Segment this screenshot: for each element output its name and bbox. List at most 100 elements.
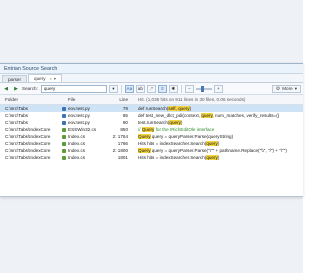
- result-row[interactable]: C:\src\Tabs eov.test.py 79 def runSearch(se…: [0, 105, 303, 112]
- result-folder: C:\src\Tabs: [5, 106, 28, 111]
- result-line: 90: [122, 120, 128, 125]
- result-line: 79: [122, 106, 128, 111]
- result-text: Query query = queryParser.Parse("\"" + p…: [138, 148, 287, 153]
- cs-file-icon: [62, 155, 66, 160]
- py-file-icon: [62, 120, 66, 125]
- search-hit-highlight: Query: [141, 127, 155, 132]
- search-hit-highlight: self, query: [168, 106, 190, 111]
- search-hit-highlight: query: [206, 155, 218, 160]
- zoom-slider[interactable]: [195, 85, 212, 92]
- result-folder: C:\src\Tabs\IndexCore: [5, 155, 51, 160]
- result-line: 1801: [117, 155, 128, 160]
- result-file: eov.test.py: [60, 113, 112, 118]
- result-folder: C:\src\Tabs\IndexCore: [5, 127, 51, 132]
- zoom-slider-thumb[interactable]: [200, 85, 204, 92]
- result-file: eov.test.py: [60, 106, 112, 111]
- search-hit-highlight: query: [201, 113, 213, 118]
- more-label: More: [282, 86, 293, 91]
- result-row[interactable]: C:\src\Tabs\IndexCore Index.cs 2: 1764 Quer…: [0, 133, 303, 140]
- search-input[interactable]: [40, 84, 107, 93]
- result-file-name: Index.cs: [68, 134, 86, 139]
- result-text: Query query = queryParser.Parse(queryStr…: [138, 134, 234, 139]
- result-file-name: eov.test.py: [68, 106, 90, 111]
- result-file: Index.cs: [60, 148, 112, 153]
- result-folder: C:\src\Tabs\IndexCore: [5, 141, 51, 146]
- result-line: 2: 1764: [112, 134, 128, 139]
- result-folder: C:\src\Tabs: [5, 120, 28, 125]
- search-hit-highlight: query: [169, 120, 181, 125]
- result-file: ESSWin32.cs: [60, 127, 112, 132]
- tab-parser[interactable]: parser: [2, 75, 28, 82]
- results-list: C:\src\Tabs eov.test.py 79 def runSearch(se…: [0, 105, 303, 161]
- result-text: Hits hits = indexSearcher.Search(query): [138, 141, 220, 146]
- search-dropdown-button[interactable]: ▾: [108, 84, 118, 93]
- cs-file-icon: [62, 148, 66, 153]
- result-file: Index.cs: [60, 141, 112, 146]
- cs-file-icon: [62, 134, 66, 139]
- result-file: eov.test.py: [60, 120, 112, 125]
- toolbar: ◀ ▶ Search: ▾ Aa ab .* ≡ ✱ − + ⚙ More ▾: [0, 83, 303, 95]
- result-row[interactable]: C:\src\Tabs eov.test.py 90 test.runSearch(q…: [0, 119, 303, 126]
- result-folder: C:\src\Tabs: [5, 113, 28, 118]
- cs-file-icon: [62, 127, 66, 132]
- result-file-name: eov.test.py: [68, 120, 90, 125]
- result-row[interactable]: C:\src\Tabs\IndexCore ESSWin32.cs 850 // Qu…: [0, 126, 303, 133]
- cs-file-icon: [62, 141, 66, 146]
- result-text: def test_new_dlct_pdi(context, query, nu…: [138, 113, 280, 118]
- result-text: // Query for the IRichEditOle interface: [138, 127, 215, 132]
- result-file: Index.cs: [60, 155, 112, 160]
- gear-icon: ⚙: [275, 85, 281, 92]
- filter-icon[interactable]: ≡: [157, 84, 167, 93]
- result-row[interactable]: C:\src\Tabs\IndexCore Index.cs 1766 Hits hi…: [0, 140, 303, 147]
- column-header-file[interactable]: File: [60, 97, 112, 102]
- result-line: 2: 1800: [112, 148, 128, 153]
- result-file-name: Index.cs: [68, 155, 86, 160]
- result-file-name: ESSWin32.cs: [68, 127, 97, 132]
- results-header: Folder File Line Hit. (1,036 hits on 911…: [0, 95, 303, 105]
- search-hit-highlight: query: [206, 141, 218, 146]
- result-folder: C:\src\Tabs\IndexCore: [5, 134, 51, 139]
- result-row[interactable]: C:\src\Tabs\IndexCore Index.cs 2: 1800 Quer…: [0, 147, 303, 154]
- column-header-hits[interactable]: Hit. (1,036 hits on 911 lines in 30 file…: [130, 97, 303, 102]
- regex-button[interactable]: .*: [146, 84, 156, 93]
- tab-label: parser: [8, 76, 22, 82]
- chevron-down-icon: ▾: [294, 85, 297, 91]
- result-row[interactable]: C:\src\Tabs\IndexCore Index.cs 1801 Hits hi…: [0, 154, 303, 161]
- column-header-line[interactable]: Line: [112, 97, 130, 102]
- tab-label: query: [34, 76, 46, 81]
- window-title: Entrian Source Search: [4, 65, 58, 72]
- search-hit-highlight: Query: [138, 148, 151, 153]
- search-window: Entrian Source Search parser query × ▾ ◀…: [0, 63, 303, 197]
- result-file-name: Index.cs: [68, 148, 86, 153]
- result-file-name: Index.cs: [68, 141, 86, 146]
- zoom-in-icon[interactable]: +: [213, 84, 223, 93]
- more-button[interactable]: ⚙ More ▾: [271, 84, 301, 93]
- result-line: 850: [120, 127, 128, 132]
- result-row[interactable]: C:\src\Tabs eov.test.py 85 def test_new_dlc…: [0, 112, 303, 119]
- result-folder: C:\src\Tabs\IndexCore: [5, 148, 51, 153]
- search-hit-highlight: Query: [138, 134, 151, 139]
- options-icon[interactable]: ✱: [168, 84, 178, 93]
- py-file-icon: [62, 113, 66, 118]
- whole-word-button[interactable]: ab: [135, 84, 145, 93]
- back-arrow-icon[interactable]: ◀: [2, 85, 10, 93]
- column-header-folder[interactable]: Folder: [0, 97, 60, 102]
- close-icon[interactable]: ×: [50, 76, 52, 81]
- result-line: 85: [122, 113, 128, 118]
- py-file-icon: [62, 106, 66, 111]
- result-text: test.runSearch(query): [138, 120, 183, 125]
- search-label: Search:: [22, 86, 38, 91]
- toolbar-divider: [180, 84, 182, 93]
- result-file-name: eov.test.py: [68, 113, 90, 118]
- result-line: 1766: [117, 141, 128, 146]
- chevron-down-icon[interactable]: ▾: [54, 76, 56, 81]
- window-titlebar: Entrian Source Search: [0, 64, 303, 74]
- tab-strip: parser query × ▾: [0, 74, 303, 83]
- tab-query[interactable]: query × ▾: [28, 74, 62, 82]
- result-text: Hits hits = indexSearcher.Search(query): [138, 155, 220, 160]
- forward-arrow-icon[interactable]: ▶: [12, 85, 20, 93]
- zoom-out-icon[interactable]: −: [184, 84, 194, 93]
- match-case-button[interactable]: Aa: [124, 84, 134, 93]
- result-file: Index.cs: [60, 134, 112, 139]
- result-text: def runSearch(self, query): [138, 106, 192, 111]
